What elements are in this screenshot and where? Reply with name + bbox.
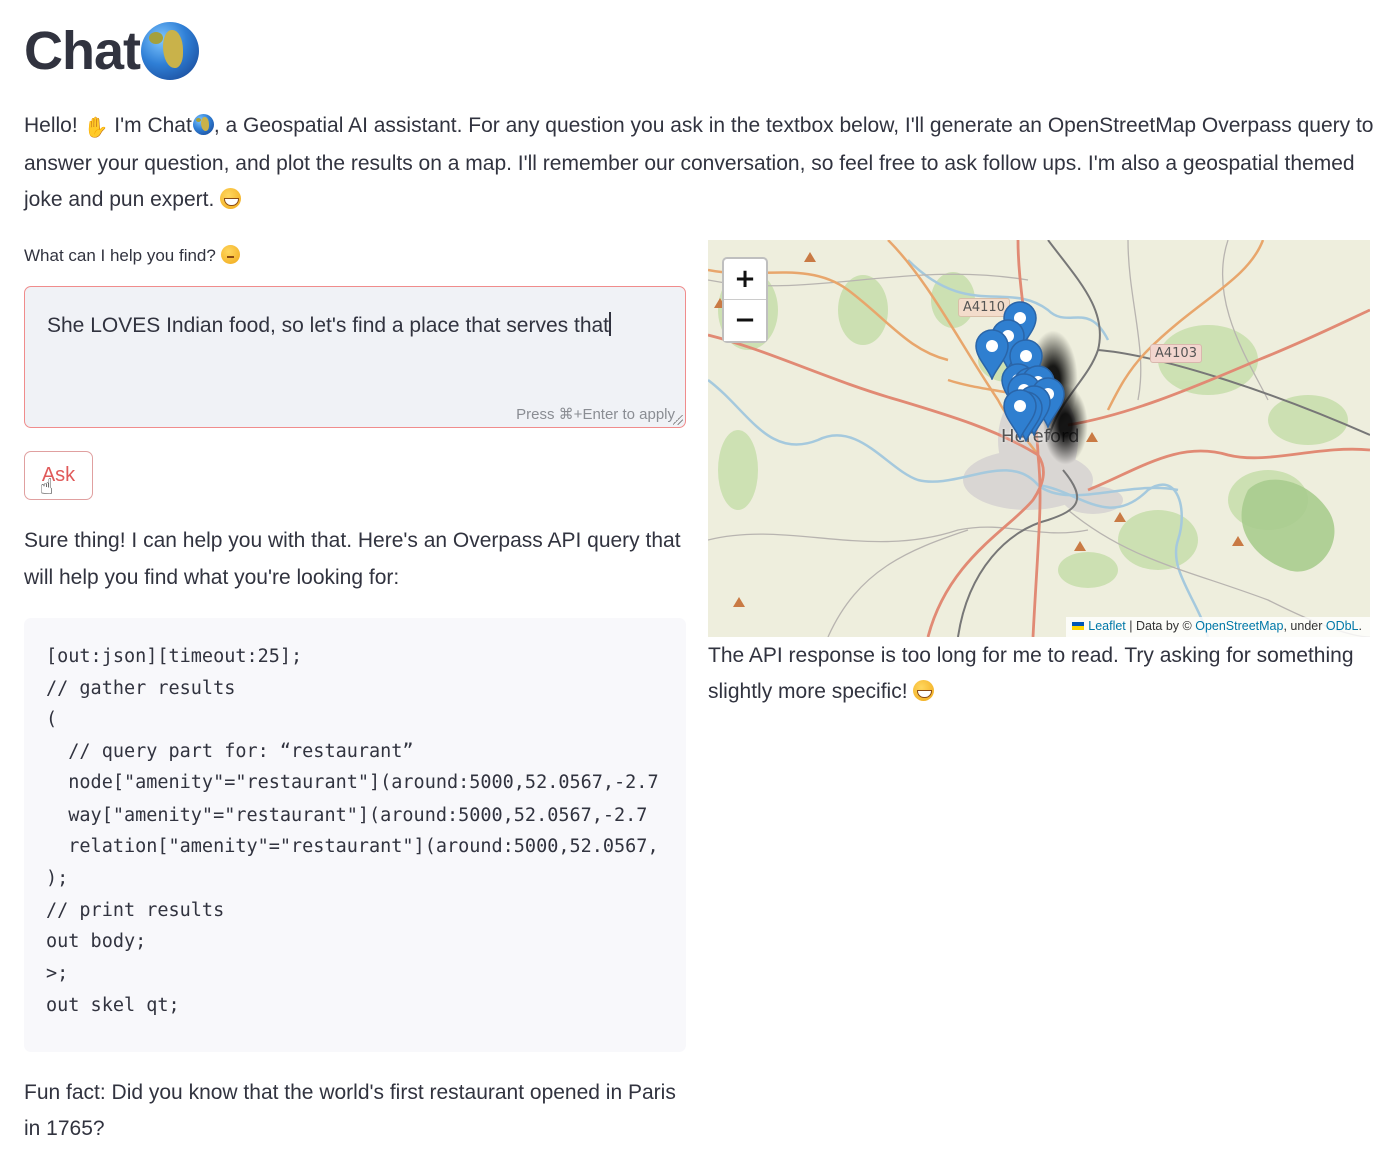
- zoom-control: + −: [722, 257, 768, 343]
- code-line: [out:json][timeout:25];: [46, 646, 303, 667]
- zoom-out-button[interactable]: −: [724, 300, 766, 341]
- attribution-text: | Data by ©: [1125, 619, 1196, 633]
- code-line: // gather results: [46, 678, 236, 699]
- assistant-response: Sure thing! I can help you with that. He…: [24, 529, 681, 589]
- zoom-in-button[interactable]: +: [724, 259, 766, 300]
- thinking-face-icon: [220, 245, 240, 264]
- intro-name: I'm Chat: [108, 114, 192, 137]
- text-caret: [609, 312, 612, 336]
- code-line: >;: [46, 963, 69, 984]
- openstreetmap-link[interactable]: OpenStreetMap: [1195, 619, 1283, 633]
- code-line: out skel qt;: [46, 995, 180, 1016]
- query-text: She LOVES Indian food, so let's find a p…: [47, 314, 610, 337]
- globe-icon: [192, 114, 214, 135]
- input-label: What can I help you find?: [24, 245, 240, 266]
- code-line: // query part for: “restaurant”: [46, 741, 414, 762]
- attribution-text: .: [1358, 619, 1362, 633]
- ukraine-flag-icon: [1072, 622, 1085, 630]
- code-line: (: [46, 709, 58, 730]
- code-line: way["amenity"="restaurant"](around:5000,…: [46, 805, 648, 826]
- code-line: node["amenity"="restaurant"](around:5000…: [46, 772, 659, 793]
- attribution-text: , under: [1283, 619, 1326, 633]
- intro-greeting: Hello!: [24, 114, 84, 137]
- code-line: );: [46, 868, 69, 889]
- pointer-cursor-icon: ☝: [40, 474, 54, 499]
- page-title-text: Chat: [24, 21, 141, 81]
- page-title: Chat: [24, 18, 199, 84]
- input-label-text: What can I help you find?: [24, 246, 221, 265]
- road-label-a4103: A4103: [1150, 344, 1202, 363]
- grinning-face-icon: [913, 680, 935, 701]
- map-response: The API response is too long for me to r…: [708, 638, 1378, 710]
- grinning-face-icon: [220, 188, 242, 209]
- code-line: // print results: [46, 900, 225, 921]
- code-line: relation["amenity"="restaurant"](around:…: [46, 836, 659, 857]
- submit-hint: Press ⌘+Enter to apply: [516, 406, 675, 423]
- overpass-code-block: [out:json][timeout:25]; // gather result…: [24, 618, 686, 1052]
- intro-text: Hello! ✋ I'm Chat, a Geospatial AI assis…: [24, 108, 1384, 218]
- query-textarea-value[interactable]: She LOVES Indian food, so let's find a p…: [47, 312, 612, 338]
- code-line: out body;: [46, 931, 147, 952]
- odbl-link[interactable]: ODbL: [1326, 619, 1359, 633]
- leaflet-link[interactable]: Leaflet: [1088, 619, 1126, 633]
- map[interactable]: A4110 A4103 Hereford + − Leaflet | Data …: [708, 240, 1370, 637]
- resize-handle-icon[interactable]: [673, 415, 683, 425]
- query-textarea[interactable]: She LOVES Indian food, so let's find a p…: [24, 286, 686, 428]
- fun-fact: Fun fact: Did you know that the world's …: [24, 1081, 676, 1140]
- ask-button[interactable]: Ask: [24, 451, 93, 500]
- waving-hand-icon: ✋: [83, 117, 109, 139]
- globe-icon: [141, 22, 199, 80]
- map-attribution: Leaflet | Data by © OpenStreetMap, under…: [1066, 617, 1370, 637]
- map-response-text: The API response is too long for me to r…: [708, 644, 1354, 703]
- map-marker-icon[interactable]: [1002, 388, 1038, 442]
